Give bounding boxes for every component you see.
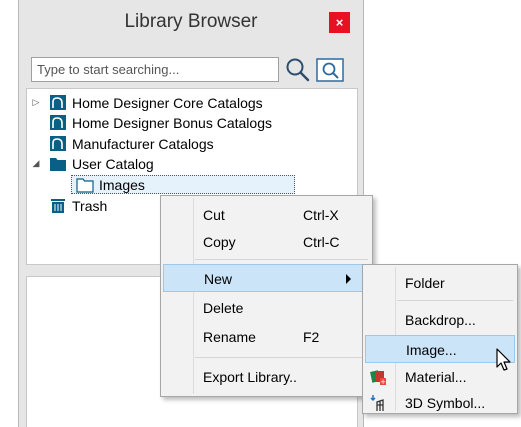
tree-item-label: Manufacturer Catalogs (72, 135, 214, 152)
expand-arrow-icon[interactable]: ▷ (31, 93, 41, 112)
catalog-icon (50, 95, 66, 110)
collapse-arrow-icon[interactable]: ◢ (31, 154, 41, 173)
menu-item-label: Backdrop... (405, 312, 476, 328)
trash-icon (51, 199, 65, 213)
menu-separator (195, 259, 368, 260)
close-button[interactable]: × (329, 12, 350, 33)
tree-item-label: Home Designer Core Catalogs (72, 94, 263, 111)
menu-item-label: Image... (406, 342, 457, 358)
search-icon (286, 58, 310, 82)
folder-icon (76, 178, 94, 193)
tree-item-label: Trash (72, 197, 108, 214)
menu-item-label: Export Library.. (203, 369, 297, 385)
search-row (31, 57, 351, 82)
material-icon: + (370, 370, 386, 386)
catalog-icon (50, 136, 66, 151)
tree-item-user-catalog[interactable]: ◢ User Catalog (27, 154, 357, 173)
tree-item-bonus-catalogs[interactable]: Home Designer Bonus Catalogs (27, 113, 357, 132)
new-submenu: Folder Backdrop... Image... + Material..… (362, 264, 518, 414)
filter-search-icon (316, 58, 344, 82)
menu-item-shortcut: Ctrl-C (303, 234, 340, 250)
menu-item-label: New (204, 271, 233, 287)
tree-item-images[interactable]: Images (71, 175, 295, 194)
catalog-icon (50, 158, 66, 171)
tree-item-core-catalogs[interactable]: ▷ Home Designer Core Catalogs (27, 93, 357, 112)
menu-item-label: 3D Symbol... (405, 395, 486, 411)
menu-item-3d-symbol[interactable]: 3D Symbol... (365, 389, 515, 417)
tree-item-label: Home Designer Bonus Catalogs (72, 114, 272, 131)
menu-item-shortcut: Ctrl-X (303, 207, 339, 223)
close-icon: × (335, 15, 344, 30)
window-title: Library Browser (124, 11, 258, 32)
search-input[interactable] (31, 57, 279, 82)
menu-item-delete[interactable]: Delete (163, 294, 370, 322)
menu-item-material[interactable]: + Material... (365, 363, 515, 391)
menu-item-backdrop[interactable]: Backdrop... (365, 306, 515, 334)
tree-item-label: User Catalog (72, 155, 154, 172)
submenu-arrow-icon (346, 274, 351, 284)
3d-symbol-icon (370, 395, 384, 411)
mouse-cursor-icon (496, 348, 511, 371)
svg-text:+: + (380, 378, 386, 386)
menu-item-label: Material... (405, 369, 467, 385)
menu-item-label: Copy (203, 234, 236, 250)
menu-item-image[interactable]: Image... (365, 335, 515, 363)
context-menu: Cut Ctrl-X Copy Ctrl-C New Delete Rename… (160, 195, 373, 397)
search-button[interactable] (285, 57, 311, 83)
menu-item-export-library[interactable]: Export Library.. (163, 363, 370, 391)
menu-item-rename[interactable]: Rename F2 (163, 323, 370, 351)
menu-separator (195, 357, 368, 358)
menu-item-label: Rename (203, 329, 256, 345)
tree-item-manufacturer-catalogs[interactable]: Manufacturer Catalogs (27, 134, 357, 153)
menu-item-label: Cut (203, 207, 225, 223)
menu-item-cut[interactable]: Cut Ctrl-X (163, 201, 370, 229)
tree-item-trash[interactable]: Trash (27, 196, 177, 215)
catalog-icon (50, 115, 66, 130)
menu-item-copy[interactable]: Copy Ctrl-C (163, 228, 370, 256)
menu-item-label: Delete (203, 300, 244, 316)
menu-item-shortcut: F2 (303, 329, 320, 345)
menu-separator (397, 300, 513, 301)
menu-item-folder[interactable]: Folder (365, 269, 515, 297)
tree-item-label: Images (99, 176, 145, 193)
title-bar[interactable]: Library Browser × (19, 0, 363, 44)
advanced-search-button[interactable] (315, 57, 345, 83)
menu-item-new[interactable]: New (163, 264, 370, 292)
menu-item-label: Folder (405, 275, 445, 291)
